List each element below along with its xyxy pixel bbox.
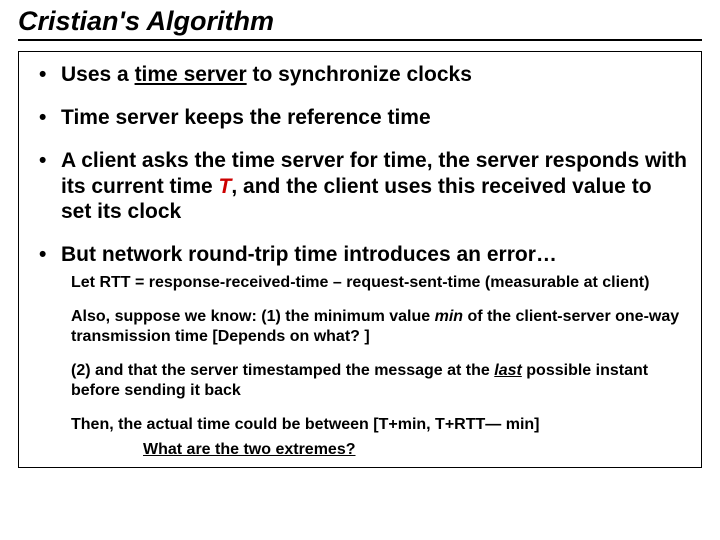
sub-2: Also, suppose we know: (1) the minimum v… [71, 307, 687, 347]
title-rule [18, 39, 702, 41]
bullet-1: Uses a time server to synchronize clocks [33, 62, 687, 87]
bullet-1-pre: Uses a [61, 63, 135, 86]
sub-3-pre: (2) and that the server timestamped the … [71, 362, 494, 379]
sub-4: Then, the actual time could be between [… [71, 415, 687, 435]
bullet-4-text: But network round-trip time introduces a… [61, 243, 557, 266]
slide-title: Cristian's Algorithm [18, 6, 702, 37]
sub-1: Let RTT = response-received-time – reque… [71, 273, 687, 293]
bullet-list: Uses a time server to synchronize clocks… [33, 62, 687, 267]
sub-2-min: min [435, 308, 463, 325]
bullet-4: But network round-trip time introduces a… [33, 242, 687, 267]
question-text: What are the two extremes? [143, 441, 687, 459]
sub-3: (2) and that the server timestamped the … [71, 361, 687, 401]
bullet-2: Time server keeps the reference time [33, 105, 687, 130]
bullet-1-underline: time server [135, 63, 247, 86]
bullet-2-text: Time server keeps the reference time [61, 106, 431, 129]
sub-2-pre: Also, suppose we know: (1) the minimum v… [71, 308, 435, 325]
bullet-3: A client asks the time server for time, … [33, 148, 687, 224]
slide: Cristian's Algorithm Uses a time server … [0, 0, 720, 540]
sub-3-last: last [494, 362, 522, 379]
bullet-3-T: T [219, 175, 232, 198]
bullet-1-post: to synchronize clocks [247, 63, 472, 86]
sub-block: Let RTT = response-received-time – reque… [71, 273, 687, 435]
content-box: Uses a time server to synchronize clocks… [18, 51, 702, 468]
